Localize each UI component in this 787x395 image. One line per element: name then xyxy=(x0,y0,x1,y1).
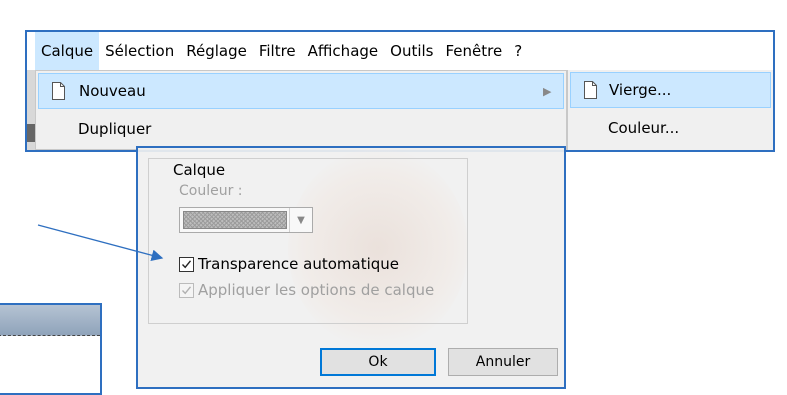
pointer-arrow xyxy=(37,224,164,261)
